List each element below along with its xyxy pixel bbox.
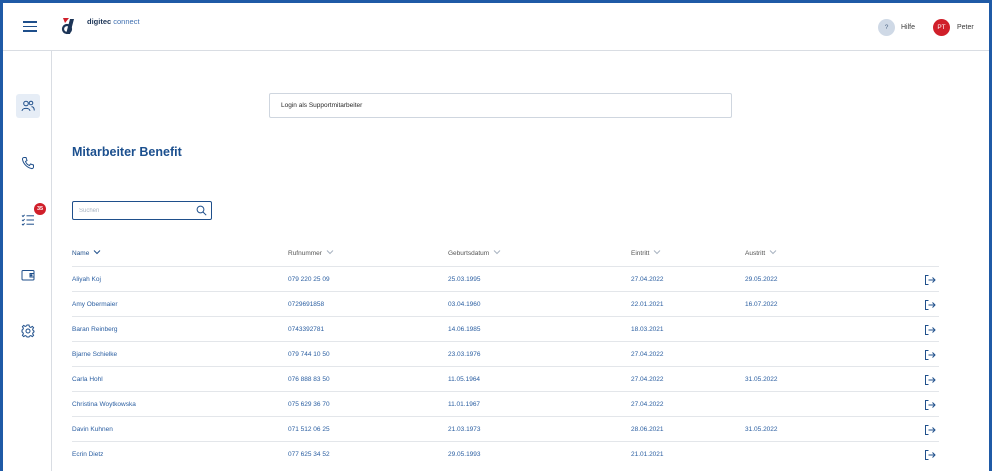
login-as-user-icon[interactable] (924, 273, 936, 285)
chevron-down-icon (654, 250, 661, 255)
cell-entry: 22.01.2021 (631, 301, 664, 308)
sidebar-item-calls[interactable] (16, 151, 40, 175)
table-row[interactable]: Davin Kuhnen 071 512 06 25 21.03.1973 28… (72, 416, 939, 441)
column-header-birthdate[interactable]: Geburtsdatum (448, 249, 501, 257)
sidebar-item-wallet[interactable] (16, 263, 40, 287)
login-as-user-icon[interactable] (924, 398, 936, 410)
cell-birthdate: 11.01.1967 (448, 401, 481, 408)
cell-entry: 18.03.2021 (631, 326, 664, 333)
table-row[interactable]: Bjarne Schielke 079 744 10 50 23.03.1976… (72, 341, 939, 366)
phone-icon (21, 157, 34, 170)
cell-entry: 21.01.2021 (631, 451, 664, 458)
cell-name[interactable]: Ecrin Dietz (72, 451, 103, 458)
logo-text[interactable]: digitec connect (87, 17, 140, 26)
table-row[interactable]: Carla Hohl 076 888 83 50 11.05.1964 27.0… (72, 366, 939, 391)
cell-phone: 0729691858 (288, 301, 325, 308)
tasks-count-badge: 35 (34, 203, 46, 215)
cell-name[interactable]: Amy Obermaier (72, 301, 118, 308)
login-as-support-button[interactable]: Login als Supportmitarbeiter (269, 93, 732, 118)
column-header-label: Geburtsdatum (448, 250, 490, 257)
help-link[interactable]: Hilfe (901, 24, 915, 31)
table-row[interactable]: Amy Obermaier 0729691858 03.04.1960 22.0… (72, 291, 939, 316)
cell-birthdate: 03.04.1960 (448, 301, 481, 308)
table-row[interactable]: Baran Reinberg 0743392781 14.06.1985 18.… (72, 316, 939, 341)
cell-name[interactable]: Aliyah Koj (72, 276, 101, 283)
user-avatar[interactable]: PT (933, 19, 950, 36)
cell-entry: 27.04.2022 (631, 276, 664, 283)
digitec-logo-icon (61, 18, 74, 35)
search-input[interactable] (79, 205, 189, 217)
column-header-label: Eintritt (631, 250, 650, 257)
cell-entry: 27.04.2022 (631, 351, 664, 358)
cell-exit: 29.05.2022 (745, 276, 778, 283)
cell-entry: 28.06.2021 (631, 426, 664, 433)
chevron-down-icon (769, 250, 777, 255)
app-window: digitec connect ? Hilfe PT Peter 35 Logi… (3, 3, 989, 471)
login-as-user-icon[interactable] (924, 323, 936, 335)
chevron-down-icon (326, 250, 334, 255)
login-as-user-icon[interactable] (924, 448, 936, 460)
cell-entry: 27.04.2022 (631, 401, 664, 408)
cell-phone: 075 629 36 70 (288, 401, 330, 408)
cell-birthdate: 25.03.1995 (448, 276, 481, 283)
search-box (72, 201, 212, 220)
cell-birthdate: 11.05.1964 (448, 376, 481, 383)
cell-phone: 077 625 34 52 (288, 451, 330, 458)
cell-name[interactable]: Christina Woytkowska (72, 401, 136, 408)
cell-birthdate: 29.05.1993 (448, 451, 481, 458)
cell-phone: 071 512 06 25 (288, 426, 330, 433)
column-header-label: Rufnummer (288, 250, 322, 257)
user-name[interactable]: Peter (957, 24, 974, 31)
cell-exit: 16.07.2022 (745, 301, 778, 308)
cell-birthdate: 23.03.1976 (448, 351, 481, 358)
cell-exit: 31.05.2022 (745, 426, 778, 433)
column-header-entry[interactable]: Eintritt (631, 249, 661, 257)
cell-entry: 27.04.2022 (631, 376, 664, 383)
hamburger-menu-icon[interactable] (21, 18, 39, 34)
cell-phone: 079 744 10 50 (288, 351, 330, 358)
sidebar-item-employees[interactable] (16, 94, 40, 118)
table-row[interactable]: Ecrin Dietz 077 625 34 52 29.05.1993 21.… (72, 441, 939, 466)
cell-exit: 31.05.2022 (745, 376, 778, 383)
logo-brand: digitec (87, 17, 112, 26)
top-bar: digitec connect ? Hilfe PT Peter (3, 3, 989, 51)
column-header-label: Austritt (745, 250, 766, 257)
login-as-user-icon[interactable] (924, 373, 936, 385)
wallet-icon (21, 270, 35, 281)
cell-birthdate: 21.03.1973 (448, 426, 481, 433)
table-row[interactable]: Aliyah Koj 079 220 25 09 25.03.1995 27.0… (72, 266, 939, 291)
login-as-user-icon[interactable] (924, 298, 936, 310)
cell-birthdate: 14.06.1985 (448, 326, 481, 333)
sidebar: 35 (3, 51, 52, 471)
logo-product: connect (113, 17, 140, 26)
login-as-user-icon[interactable] (924, 348, 936, 360)
help-icon[interactable]: ? (878, 19, 895, 36)
users-icon (21, 100, 35, 112)
gear-icon (21, 324, 35, 338)
login-as-user-icon[interactable] (924, 423, 936, 435)
column-header-phone[interactable]: Rufnummer (288, 249, 334, 257)
column-header-exit[interactable]: Austritt (745, 249, 777, 257)
page-title: Mitarbeiter Benefit (72, 145, 182, 159)
table-row[interactable]: Christina Woytkowska 075 629 36 70 11.01… (72, 391, 939, 416)
column-header-label: Name (72, 250, 90, 257)
sidebar-item-tasks[interactable]: 35 (16, 203, 46, 232)
chevron-down-icon (493, 250, 501, 255)
cell-name[interactable]: Carla Hohl (72, 376, 103, 383)
cell-phone: 079 220 25 09 (288, 276, 330, 283)
cell-phone: 0743392781 (288, 326, 325, 333)
chevron-down-icon (93, 250, 101, 255)
cell-name[interactable]: Davin Kuhnen (72, 426, 113, 433)
cell-name[interactable]: Baran Reinberg (72, 326, 118, 333)
column-header-name[interactable]: Name (72, 249, 101, 257)
cell-phone: 076 888 83 50 (288, 376, 330, 383)
search-icon[interactable] (196, 205, 207, 216)
sidebar-item-settings[interactable] (16, 319, 40, 343)
login-as-support-label: Login als Supportmitarbeiter (281, 102, 363, 109)
cell-name[interactable]: Bjarne Schielke (72, 351, 117, 358)
task-list-icon (21, 214, 34, 226)
